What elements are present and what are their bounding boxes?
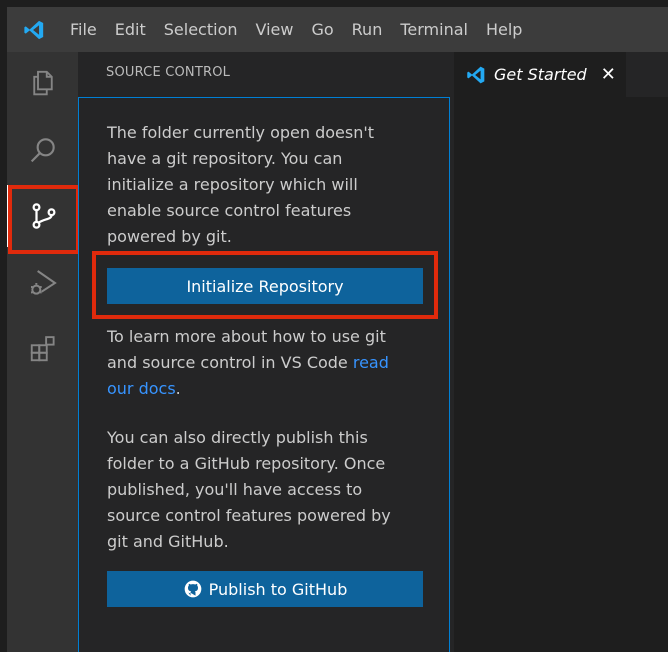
initialize-repository-label: Initialize Repository [186, 276, 344, 296]
sidebar-body: The folder currently open doesn't have a… [78, 97, 450, 652]
publish-message: You can also directly publish this folde… [107, 428, 391, 551]
tab-label: Get Started [494, 65, 587, 84]
sidebar-title: SOURCE CONTROL [106, 65, 231, 80]
menu-run[interactable]: Run [343, 7, 392, 52]
learn-more-text: To learn more about how to use git and s… [107, 324, 407, 402]
menu-view[interactable]: View [247, 7, 303, 52]
menu-terminal[interactable]: Terminal [391, 7, 477, 52]
editor-area: Get Started ✕ [454, 52, 668, 652]
vscode-tab-icon [466, 65, 486, 85]
editor-tabs: Get Started ✕ [454, 52, 668, 97]
extensions-icon[interactable] [7, 318, 78, 380]
menu-help[interactable]: Help [477, 7, 531, 52]
tab-get-started[interactable]: Get Started ✕ [454, 52, 626, 97]
initialize-repository-button[interactable]: Initialize Repository [107, 268, 423, 304]
publish-to-github-button[interactable]: Publish to GitHub [107, 571, 423, 607]
github-icon [183, 579, 203, 599]
learn-more-prefix: To learn more about how to use git and s… [107, 327, 386, 372]
vscode-logo-icon [7, 7, 61, 52]
menu-bar: File Edit Selection View Go Run Terminal… [61, 7, 531, 52]
publish-to-github-label: Publish to GitHub [208, 579, 348, 599]
search-icon[interactable] [7, 119, 78, 181]
run-debug-icon[interactable] [7, 252, 78, 314]
activity-bar [7, 52, 78, 652]
no-repo-message: The folder currently open doesn't have a… [107, 123, 375, 246]
close-icon[interactable]: ✕ [601, 64, 616, 85]
menu-file[interactable]: File [61, 7, 106, 52]
window: File Edit Selection View Go Run Terminal… [0, 0, 668, 652]
menu-edit[interactable]: Edit [106, 7, 155, 52]
explorer-icon[interactable] [7, 52, 78, 114]
title-bar: File Edit Selection View Go Run Terminal… [7, 7, 668, 52]
learn-more-suffix: . [175, 379, 181, 398]
source-control-sidebar: SOURCE CONTROL The folder currently open… [78, 52, 454, 652]
menu-selection[interactable]: Selection [155, 7, 247, 52]
menu-go[interactable]: Go [302, 7, 342, 52]
source-control-icon[interactable] [7, 185, 78, 247]
